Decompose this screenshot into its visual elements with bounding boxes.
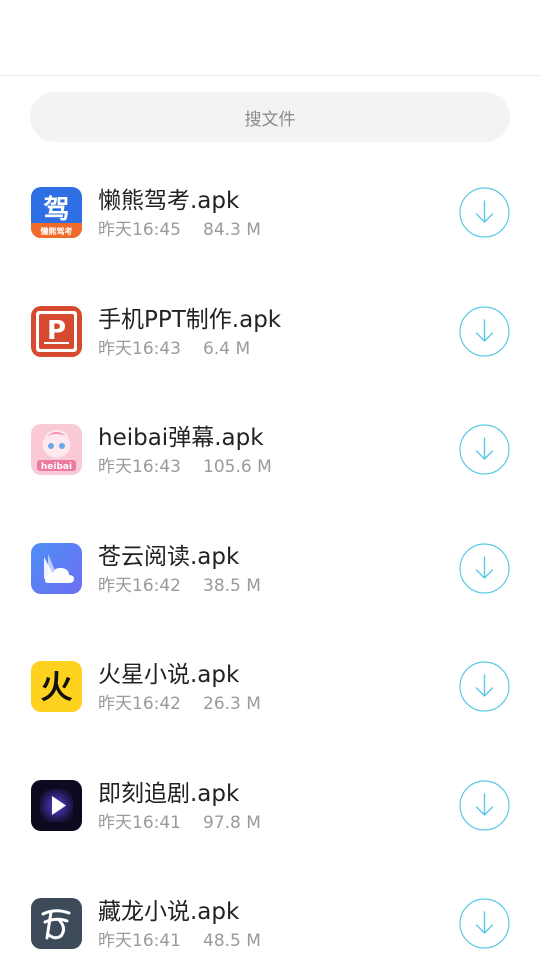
lanxiong-jiakao-app-icon: 驾 懒熊驾考 <box>31 187 82 238</box>
file-time: 昨天16:41 <box>98 931 181 951</box>
ppt-app-icon: P <box>31 305 82 357</box>
file-size: 26.3 M <box>203 694 261 714</box>
list-item[interactable]: 藏龙小说.apk 昨天16:41 48.5 M <box>0 864 540 960</box>
file-meta: 昨天16:45 84.3 M <box>98 215 261 240</box>
download-button[interactable] <box>459 542 510 594</box>
download-button[interactable] <box>459 305 510 357</box>
search-input[interactable]: 搜文件 <box>30 92 510 142</box>
file-time: 昨天16:42 <box>98 694 181 714</box>
file-time: 昨天16:42 <box>98 575 181 596</box>
cangyun-yuedu-app-icon <box>31 542 82 594</box>
icon-caption: heibai <box>41 462 72 472</box>
list-item[interactable]: 火 火星小说.apk 昨天16:42 26.3 M <box>0 627 540 746</box>
file-time: 昨天16:43 <box>98 457 181 477</box>
top-bar <box>0 0 540 76</box>
download-button[interactable] <box>459 898 510 949</box>
file-size: 48.5 M <box>203 931 261 951</box>
canglong-xiaoshuo-app-icon <box>31 898 82 949</box>
icon-glyph: 驾 <box>43 195 69 225</box>
file-name: 即刻追剧.apk <box>98 780 240 807</box>
file-meta: 昨天16:43 6.4 M <box>98 334 250 359</box>
list-item[interactable]: 即刻追剧.apk 昨天16:41 97.8 M <box>0 746 540 865</box>
file-size: 105.6 M <box>203 457 272 477</box>
download-arrow-icon <box>459 779 510 831</box>
jike-zhuiju-app-icon <box>31 779 82 831</box>
icon-glyph: 火 <box>40 668 72 706</box>
file-meta: 昨天16:42 26.3 M <box>98 689 261 714</box>
download-arrow-icon <box>459 424 510 475</box>
file-size: 6.4 M <box>203 338 251 359</box>
list-item[interactable]: 驾 懒熊驾考 懒熊驾考.apk 昨天16:45 84.3 M <box>0 153 540 272</box>
file-name: 懒熊驾考.apk <box>98 188 240 214</box>
file-meta: 昨天16:43 105.6 M <box>98 452 272 477</box>
file-meta: 昨天16:41 48.5 M <box>98 926 261 951</box>
download-button[interactable] <box>459 779 510 831</box>
list-item[interactable]: heibai heibai弹幕.apk 昨天16:43 105.6 M <box>0 390 540 509</box>
file-meta: 昨天16:42 38.5 M <box>98 571 261 596</box>
file-name: 藏龙小说.apk <box>98 899 240 925</box>
download-button[interactable] <box>459 661 510 712</box>
file-time: 昨天16:45 <box>98 220 181 240</box>
file-list: 驾 懒熊驾考 懒熊驾考.apk 昨天16:45 84.3 M P 手机PPT制作… <box>0 153 540 960</box>
heibai-danmu-app-icon: heibai <box>31 424 82 475</box>
search-placeholder: 搜文件 <box>244 109 296 130</box>
download-arrow-icon <box>459 542 510 594</box>
download-arrow-icon <box>459 661 510 712</box>
file-size: 38.5 M <box>203 575 261 596</box>
icon-caption: 懒熊驾考 <box>41 226 73 236</box>
file-name: 手机PPT制作.apk <box>98 306 282 333</box>
list-item[interactable]: 苍云阅读.apk 昨天16:42 38.5 M <box>0 509 540 628</box>
huoxing-xiaoshuo-app-icon: 火 <box>31 661 82 712</box>
file-name: heibai弹幕.apk <box>98 425 264 451</box>
file-time: 昨天16:43 <box>98 338 181 359</box>
download-arrow-icon <box>459 898 510 949</box>
file-name: 苍云阅读.apk <box>98 543 240 570</box>
download-arrow-icon <box>459 305 510 357</box>
file-download-page: 搜文件 驾 懒熊驾考 懒熊驾考.apk 昨天16:45 84.3 M P 手机P… <box>0 0 540 960</box>
list-item[interactable]: P 手机PPT制作.apk 昨天16:43 6.4 M <box>0 272 540 391</box>
file-name: 火星小说.apk <box>98 662 240 688</box>
icon-glyph: P <box>47 316 66 346</box>
file-meta: 昨天16:41 97.8 M <box>98 808 261 833</box>
file-time: 昨天16:41 <box>98 812 181 833</box>
download-button[interactable] <box>459 424 510 475</box>
file-size: 84.3 M <box>203 220 261 240</box>
download-arrow-icon <box>459 187 510 238</box>
download-button[interactable] <box>459 187 510 238</box>
file-size: 97.8 M <box>203 812 261 833</box>
